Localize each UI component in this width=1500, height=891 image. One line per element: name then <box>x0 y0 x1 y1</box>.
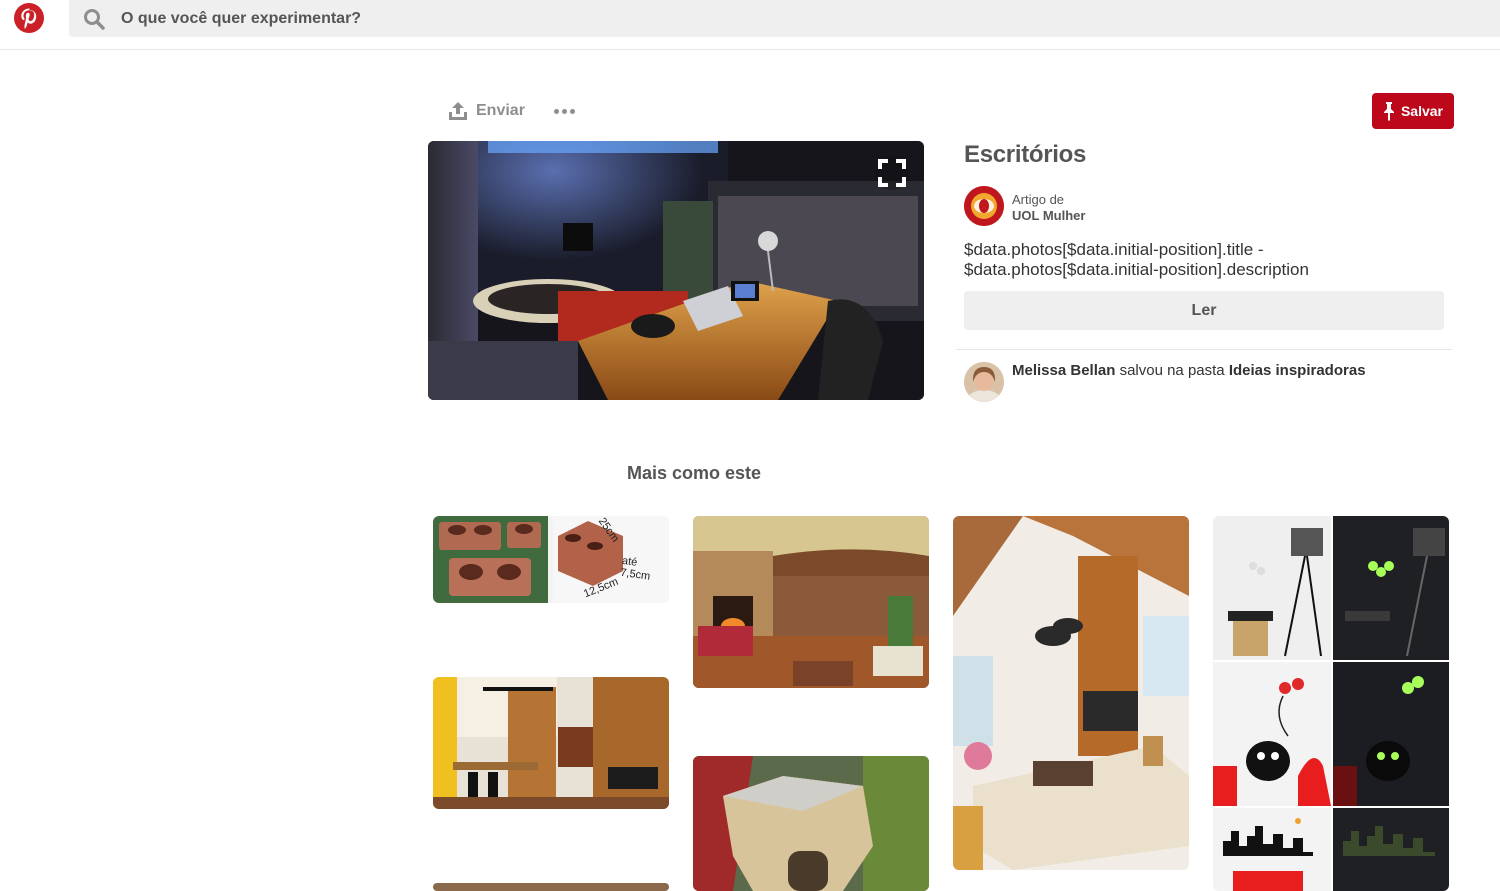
related-pin-glow-decals[interactable] <box>1213 516 1449 891</box>
saver-name-link[interactable]: Melissa Bellan <box>1012 362 1115 379</box>
source-name-link[interactable]: UOL Mulher <box>1012 208 1085 223</box>
search-bar[interactable] <box>69 0 1500 37</box>
pushpin-icon <box>1383 102 1394 121</box>
source-prefix: Artigo de <box>1012 192 1065 207</box>
share-button[interactable]: Enviar <box>448 99 525 123</box>
save-button[interactable]: Salvar <box>1372 93 1454 129</box>
pinterest-logo-icon[interactable] <box>14 3 44 33</box>
board-link[interactable]: Ideias inspiradoras <box>1229 362 1366 379</box>
ellipsis-icon <box>554 109 559 114</box>
read-button[interactable]: Ler <box>964 291 1444 330</box>
save-label: Salvar <box>1400 103 1444 119</box>
pin-description: $data.photos[$data.initial-position].tit… <box>964 240 1309 279</box>
upload-icon <box>449 102 467 120</box>
source-avatar[interactable] <box>964 186 1004 226</box>
related-pin-bricks[interactable]: 25cm até 7,5cm 12,5cm <box>433 516 669 603</box>
share-label: Enviar <box>476 102 525 119</box>
more-options-button[interactable] <box>552 99 576 123</box>
saver-avatar[interactable] <box>964 362 1004 402</box>
saved-by-line: Melissa Bellan salvou na pasta Ideias in… <box>1012 362 1366 379</box>
top-bar <box>0 0 1500 50</box>
related-pin-office-wood[interactable] <box>433 677 669 809</box>
related-section-title: Mais como este <box>627 463 762 483</box>
related-pin-cabin[interactable] <box>693 756 929 891</box>
related-pin-living-room[interactable] <box>693 516 929 688</box>
pin-title: Escritórios <box>964 141 1087 168</box>
divider <box>956 349 1452 350</box>
related-pin-interior[interactable] <box>433 883 669 891</box>
related-pin-tall-living-room[interactable] <box>953 516 1189 870</box>
expand-icon <box>875 156 909 190</box>
saver-action: salvou na pasta <box>1119 362 1225 379</box>
search-input[interactable] <box>121 0 1421 37</box>
pin-image[interactable] <box>428 141 924 400</box>
read-label: Ler <box>1191 301 1217 319</box>
search-icon <box>84 9 105 30</box>
expand-button[interactable] <box>872 155 912 191</box>
